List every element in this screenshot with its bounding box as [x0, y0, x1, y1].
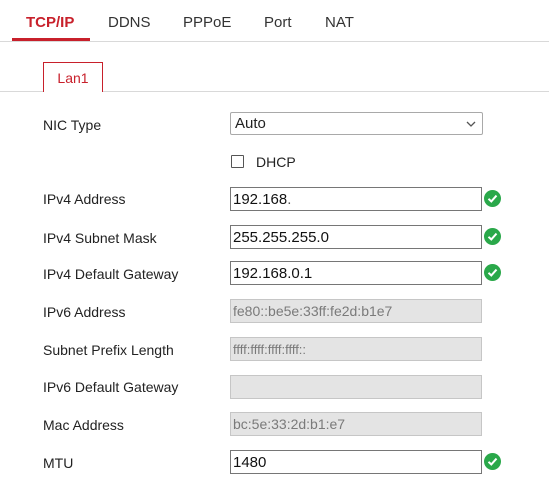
- redaction-blur: [286, 191, 366, 209]
- mtu-label: MTU: [43, 455, 74, 471]
- ipv6-default-gateway-input: [230, 375, 482, 399]
- tab-ddns[interactable]: DDNS: [108, 14, 151, 32]
- subnet-prefix-length-label: Subnet Prefix Length: [43, 342, 174, 358]
- ipv4-default-gateway-input[interactable]: [230, 261, 482, 285]
- mac-address-input: [230, 412, 482, 436]
- ipv4-subnet-mask-label: IPv4 Subnet Mask: [43, 230, 157, 246]
- chevron-down-icon: [466, 114, 476, 142]
- subnet-prefix-length-input: [230, 337, 482, 361]
- tab-bar: TCP/IP DDNS PPPoE Port NAT: [0, 0, 549, 42]
- divider: [0, 91, 43, 92]
- tab-nat[interactable]: NAT: [325, 14, 354, 32]
- tab-tcpip[interactable]: TCP/IP: [26, 14, 74, 32]
- check-circle-icon: [484, 228, 501, 245]
- dhcp-checkbox[interactable]: [231, 155, 244, 168]
- ipv6-address-label: IPv6 Address: [43, 304, 126, 320]
- active-tab-indicator: [12, 38, 90, 41]
- nic-type-select[interactable]: Auto: [230, 112, 483, 135]
- nic-type-label: NIC Type: [43, 117, 102, 133]
- mtu-input[interactable]: [230, 450, 482, 474]
- mac-address-label: Mac Address: [43, 417, 124, 433]
- tab-port[interactable]: Port: [264, 14, 292, 32]
- divider: [103, 91, 549, 92]
- ipv4-address-label: IPv4 Address: [43, 191, 126, 207]
- check-circle-icon: [484, 190, 501, 207]
- ipv6-address-input: [230, 299, 482, 323]
- dhcp-label: DHCP: [256, 154, 296, 170]
- tab-pppoe[interactable]: PPPoE: [183, 14, 231, 32]
- check-circle-icon: [484, 264, 501, 281]
- ipv6-default-gateway-label: IPv6 Default Gateway: [43, 379, 179, 395]
- nic-type-value: Auto: [235, 115, 266, 132]
- ipv4-default-gateway-label: IPv4 Default Gateway: [43, 266, 179, 282]
- subtab-lan1[interactable]: Lan1: [43, 62, 103, 92]
- check-circle-icon: [484, 453, 501, 470]
- ipv4-subnet-mask-input[interactable]: [230, 225, 482, 249]
